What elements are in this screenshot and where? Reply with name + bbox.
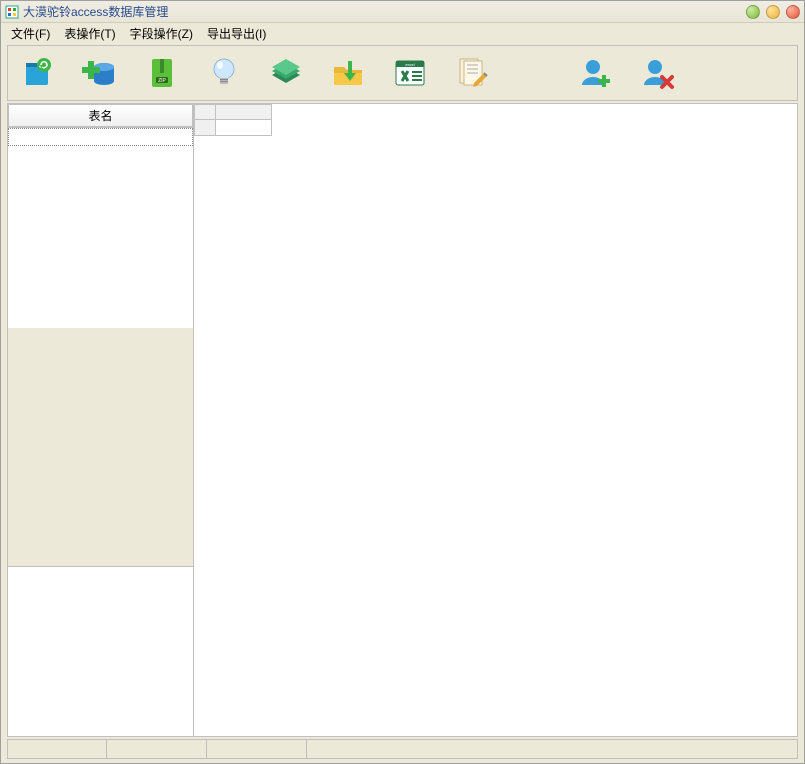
menubar: 文件(F) 表操作(T) 字段操作(Z) 导出导出(I) — [1, 23, 804, 43]
delete-user-button[interactable] — [638, 53, 678, 93]
data-grid-panel — [194, 104, 797, 736]
app-window: 大漠驼铃access数据库管理 文件(F) 表操作(T) 字段操作(Z) 导出导… — [0, 0, 805, 764]
status-segment-3 — [207, 740, 307, 759]
grid-col-header[interactable] — [216, 104, 272, 120]
toolbar: ZIP — [7, 45, 798, 101]
menu-export[interactable]: 导出导出(I) — [201, 23, 272, 44]
edit-document-button[interactable] — [452, 53, 492, 93]
import-button[interactable] — [328, 53, 368, 93]
maximize-button[interactable] — [766, 5, 780, 19]
grid-row-header[interactable] — [194, 120, 216, 136]
zip-archive-icon: ZIP — [144, 55, 180, 91]
books-stack-icon — [268, 55, 304, 91]
data-grid-header — [194, 104, 797, 136]
open-database-button[interactable] — [18, 53, 58, 93]
book-refresh-icon — [20, 55, 56, 91]
menu-file[interactable]: 文件(F) — [5, 23, 56, 44]
document-edit-icon — [454, 55, 490, 91]
export-excel-button[interactable]: excel — [390, 53, 430, 93]
table-list-row-empty[interactable] — [8, 128, 193, 146]
tips-button[interactable] — [204, 53, 244, 93]
left-bottom-panel — [8, 566, 193, 736]
table-name-column-header[interactable]: 表名 — [8, 104, 193, 127]
table-list-header: 表名 — [8, 104, 193, 128]
titlebar: 大漠驼铃access数据库管理 — [1, 1, 804, 23]
left-middle-panel — [8, 328, 193, 566]
status-segment-4 — [307, 740, 798, 759]
grid-cell[interactable] — [216, 120, 272, 136]
table-list[interactable] — [8, 128, 193, 328]
menu-table-ops[interactable]: 表操作(T) — [58, 23, 121, 44]
compress-button[interactable]: ZIP — [142, 53, 182, 93]
menu-field-ops[interactable]: 字段操作(Z) — [124, 23, 199, 44]
window-controls — [746, 5, 800, 19]
grid-corner-top[interactable] — [194, 104, 216, 120]
svg-text:excel: excel — [405, 62, 414, 67]
add-user-button[interactable] — [576, 53, 616, 93]
data-grid-body[interactable] — [194, 136, 797, 736]
new-database-button[interactable] — [80, 53, 120, 93]
status-segment-1 — [7, 740, 107, 759]
status-segment-2 — [107, 740, 207, 759]
window-title: 大漠驼铃access数据库管理 — [23, 3, 746, 20]
main-area: 表名 — [7, 103, 798, 737]
left-panel: 表名 — [8, 104, 194, 736]
close-button[interactable] — [786, 5, 800, 19]
excel-export-icon: excel — [392, 55, 428, 91]
statusbar — [7, 739, 798, 759]
lightbulb-icon — [206, 55, 242, 91]
tables-button[interactable] — [266, 53, 306, 93]
database-add-icon — [82, 55, 118, 91]
svg-text:ZIP: ZIP — [158, 78, 166, 84]
minimize-button[interactable] — [746, 5, 760, 19]
folder-download-icon — [330, 55, 366, 91]
app-icon — [5, 5, 19, 19]
user-delete-icon — [640, 55, 676, 91]
user-add-icon — [578, 55, 614, 91]
